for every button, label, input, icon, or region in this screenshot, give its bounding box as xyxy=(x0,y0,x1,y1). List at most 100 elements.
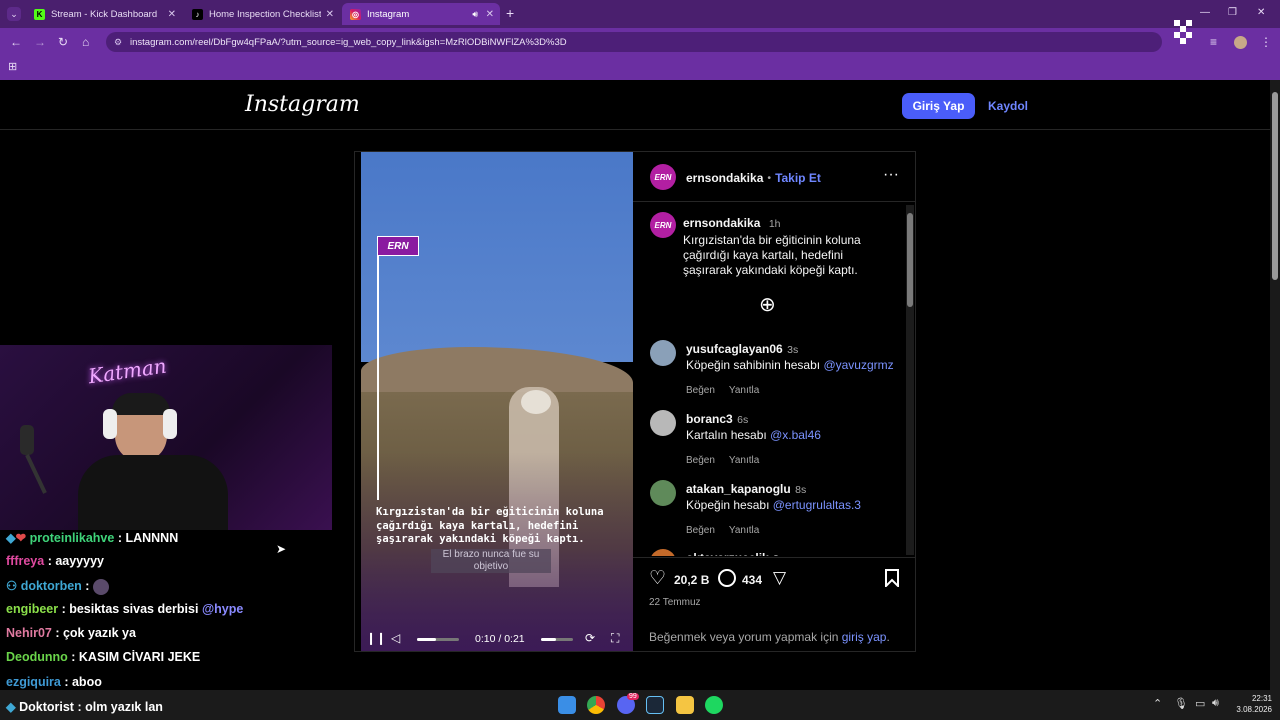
clock-date: 3.08.2026 xyxy=(1236,705,1272,714)
reply-button[interactable]: Yanıtla xyxy=(729,455,759,466)
apps-grid-icon[interactable]: ⊞ xyxy=(8,60,17,74)
save-icon[interactable] xyxy=(885,569,899,592)
like-comment-button[interactable]: Beğen xyxy=(686,455,715,466)
ern-logo: ERN xyxy=(377,236,419,256)
login-button[interactable]: Giriş Yap xyxy=(902,93,975,119)
back-icon[interactable]: ← xyxy=(10,35,22,49)
chat-username[interactable]: fffreya xyxy=(6,554,44,568)
webcam-overlay: Katman xyxy=(0,345,332,530)
author-avatar[interactable]: ERN xyxy=(650,164,676,190)
chat-username[interactable]: Doktorist xyxy=(19,700,74,714)
chat-mention[interactable]: @hype xyxy=(202,602,243,616)
comment-mention[interactable]: @x.bal46 xyxy=(770,428,821,442)
signup-link[interactable]: Kaydol xyxy=(988,99,1028,113)
comment-avatar[interactable] xyxy=(650,410,676,436)
like-count[interactable]: 20,2 B xyxy=(674,573,709,587)
load-more-comments-icon[interactable]: ⊕ xyxy=(759,294,776,316)
chat-line: engibeer : besiktas sivas derbisi @hype xyxy=(6,602,243,616)
chat-username[interactable]: Nehir07 xyxy=(6,626,52,640)
comments-scrollbar-thumb[interactable] xyxy=(907,213,913,307)
chat-username[interactable]: ezgiquira xyxy=(6,675,61,689)
author-username[interactable]: ernsondakika xyxy=(686,171,763,185)
loop-icon[interactable]: ⟳ xyxy=(585,631,595,645)
fullscreen-icon[interactable]: ⛶ xyxy=(611,631,619,645)
video-caption-overlay: Kırgızistan'da bir eğiticinin koluna çağ… xyxy=(376,506,604,545)
caption-text: Kırgızistan'da bir eğiticinin koluna çağ… xyxy=(683,233,861,277)
login-prompt-link[interactable]: giriş yap xyxy=(842,630,887,644)
audio-icon[interactable]: 🔊︎ xyxy=(472,9,478,20)
reply-button[interactable]: Yanıtla xyxy=(729,385,759,396)
badge-icon: ◆ xyxy=(6,531,16,545)
video-person-hat xyxy=(521,390,551,414)
comment-username[interactable]: oktayarzucelik xyxy=(686,551,769,556)
like-comment-button[interactable]: Beğen xyxy=(686,385,715,396)
window-close-icon[interactable]: ✕ xyxy=(1257,6,1265,20)
login-prompt-end: . xyxy=(886,630,890,644)
pause-icon[interactable]: ❙❙ xyxy=(366,631,386,645)
headphones-right xyxy=(163,409,177,439)
chat-username[interactable]: doktorben xyxy=(21,579,82,593)
comment-username[interactable]: yusufcaglayan06 xyxy=(686,342,783,356)
tiktok-icon: ♪ xyxy=(192,8,203,20)
steam-icon[interactable] xyxy=(646,696,664,714)
chrome-icon[interactable] xyxy=(587,696,605,714)
like-comment-button[interactable]: Beğen xyxy=(686,525,715,536)
home-icon[interactable]: ⌂ xyxy=(82,35,89,49)
comment-avatar[interactable] xyxy=(650,549,676,556)
windows-start-icon[interactable] xyxy=(558,696,576,714)
volume-icon[interactable]: ◁ xyxy=(391,631,400,645)
file-explorer-icon[interactable] xyxy=(676,696,694,714)
minimize-icon[interactable]: — xyxy=(1200,6,1210,20)
microphone-icon xyxy=(0,415,60,495)
microphone-tray-icon[interactable]: 🎙︎ xyxy=(1174,697,1188,710)
tab-tiktok[interactable]: ♪ Home Inspection Checklist: Top ✕ xyxy=(184,3,340,25)
streamer-body xyxy=(78,455,228,530)
media-icon[interactable]: ≡ xyxy=(1210,35,1217,49)
address-bar[interactable]: ⚙ instagram.com/reel/DbFgw4qFPaA/?utm_so… xyxy=(106,32,1162,52)
comment-username[interactable]: boranc3 xyxy=(686,412,733,426)
chat-message: : xyxy=(81,579,93,593)
network-icon[interactable]: ▭ xyxy=(1195,697,1205,710)
tab-search-icon[interactable]: ⌄ xyxy=(7,7,21,21)
maximize-icon[interactable]: ❐ xyxy=(1228,6,1237,20)
comment-username[interactable]: atakan_kapanoglu xyxy=(686,482,791,496)
emote-icon xyxy=(92,578,109,595)
close-icon[interactable]: ✕ xyxy=(486,9,494,20)
close-icon[interactable]: ✕ xyxy=(168,9,176,20)
chat-username[interactable]: Deodunno xyxy=(6,650,68,664)
more-options-icon[interactable]: ··· xyxy=(883,166,899,184)
comment-mention[interactable]: @yavuzgrmz xyxy=(823,358,893,372)
speaker-icon[interactable]: 🔊︎ xyxy=(1212,697,1219,710)
comment-icon[interactable] xyxy=(718,569,736,587)
comment-body: boranc3 6s Kartalın hesabı @x.bal46 Beğe… xyxy=(686,410,901,468)
profile-avatar[interactable] xyxy=(1234,36,1247,49)
new-tab-button[interactable]: + xyxy=(506,6,514,20)
clock[interactable]: 22:31 3.08.2026 xyxy=(1232,693,1272,715)
site-info-icon[interactable]: ⚙ xyxy=(114,37,122,48)
tray-chevron-icon[interactable]: ⌃ xyxy=(1153,697,1162,710)
caption-username[interactable]: ernsondakika xyxy=(683,216,760,230)
share-icon[interactable]: ▽ xyxy=(773,568,786,588)
comment-mention[interactable]: @ertugrulaltas.3 xyxy=(773,498,861,512)
heart-icon[interactable]: ♡ xyxy=(649,569,666,589)
reel-video[interactable]: ERN Kırgızistan'da bir eğiticinin koluna… xyxy=(361,152,633,651)
chat-username[interactable]: engibeer xyxy=(6,602,58,616)
spotify-icon[interactable] xyxy=(705,696,723,714)
instagram-logo[interactable]: Instagram xyxy=(245,92,360,117)
close-icon[interactable]: ✕ xyxy=(326,9,334,20)
forward-icon[interactable]: → xyxy=(34,35,46,49)
comment-body: atakan_kapanoglu 8s Köpeğin hesabı @ertu… xyxy=(686,480,901,538)
follow-button[interactable]: Takip Et xyxy=(775,171,821,185)
tab-kick[interactable]: K Stream - Kick Dashboard ✕ xyxy=(26,3,182,25)
chat-username[interactable]: proteinlikahve xyxy=(30,531,115,545)
menu-icon[interactable]: ⋮ xyxy=(1260,35,1272,49)
post-date: 22 Temmuz xyxy=(649,597,701,608)
reload-icon[interactable]: ↻ xyxy=(58,35,68,49)
chat-message: : KASIM CİVARI JEKE xyxy=(67,650,201,664)
page-scrollbar-thumb[interactable] xyxy=(1272,92,1278,280)
caption-avatar[interactable]: ERN xyxy=(650,212,676,238)
reply-button[interactable]: Yanıtla xyxy=(729,525,759,536)
comment-avatar[interactable] xyxy=(650,340,676,366)
tab-instagram[interactable]: ◎ Instagram 🔊︎ ✕ xyxy=(342,3,500,25)
comment-avatar[interactable] xyxy=(650,480,676,506)
